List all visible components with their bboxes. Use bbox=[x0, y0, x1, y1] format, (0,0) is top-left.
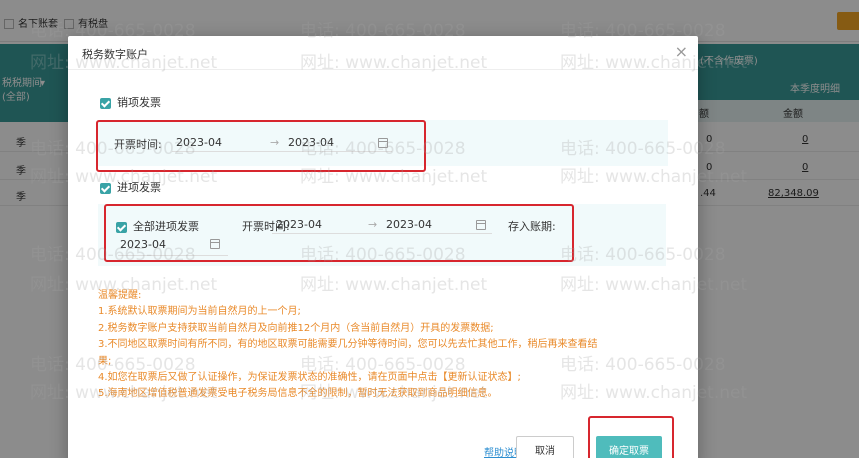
tax-digital-account-dialog: 税务数字账户 × 销项发票 开票时间: 2023-04 → 2023-04 进项… bbox=[68, 36, 698, 458]
checkbox-checked-icon[interactable] bbox=[100, 97, 111, 109]
highlight-box-confirm bbox=[588, 416, 674, 458]
tip-line: 2.税务数字账户支持获取当前自然月及向前推12个月内（含当前自然月）开具的发票数… bbox=[98, 322, 494, 334]
dialog-header: 税务数字账户 × bbox=[68, 36, 698, 70]
tip-line: 3.不同地区取票时间有所不同，有的地区取票可能需要几分钟等待时间，您可以先去忙其… bbox=[98, 339, 598, 351]
highlight-box-purchase bbox=[104, 204, 574, 262]
reminder-tips: 温馨提醒: 1.系统默认取票期间为当前自然月的上一个月; 2.税务数字账户支持获… bbox=[98, 288, 678, 403]
dialog-title: 税务数字账户 bbox=[82, 48, 148, 61]
sales-invoice-checkbox[interactable]: 销项发票 bbox=[100, 94, 161, 110]
tip-title: 温馨提醒: bbox=[98, 290, 142, 301]
tip-line: 5.海南地区增值税普通发票受电子税务局信息不全的限制，暂时无法获取到商品明细信息… bbox=[98, 388, 498, 400]
checkbox-checked-icon[interactable] bbox=[100, 182, 111, 194]
close-icon[interactable]: × bbox=[675, 42, 688, 62]
highlight-box-sales bbox=[96, 120, 426, 172]
tip-line: 1.系统默认取票期间为当前自然月的上一个月; bbox=[98, 306, 301, 318]
tip-line: 果; bbox=[98, 355, 112, 367]
tip-line: 4.如您在取票后又做了认证操作，为保证发票状态的准确性，请在页面中点击【更新认证… bbox=[98, 372, 521, 384]
purchase-invoice-checkbox[interactable]: 进项发票 bbox=[100, 179, 161, 195]
cancel-button[interactable]: 取消 bbox=[516, 436, 574, 458]
